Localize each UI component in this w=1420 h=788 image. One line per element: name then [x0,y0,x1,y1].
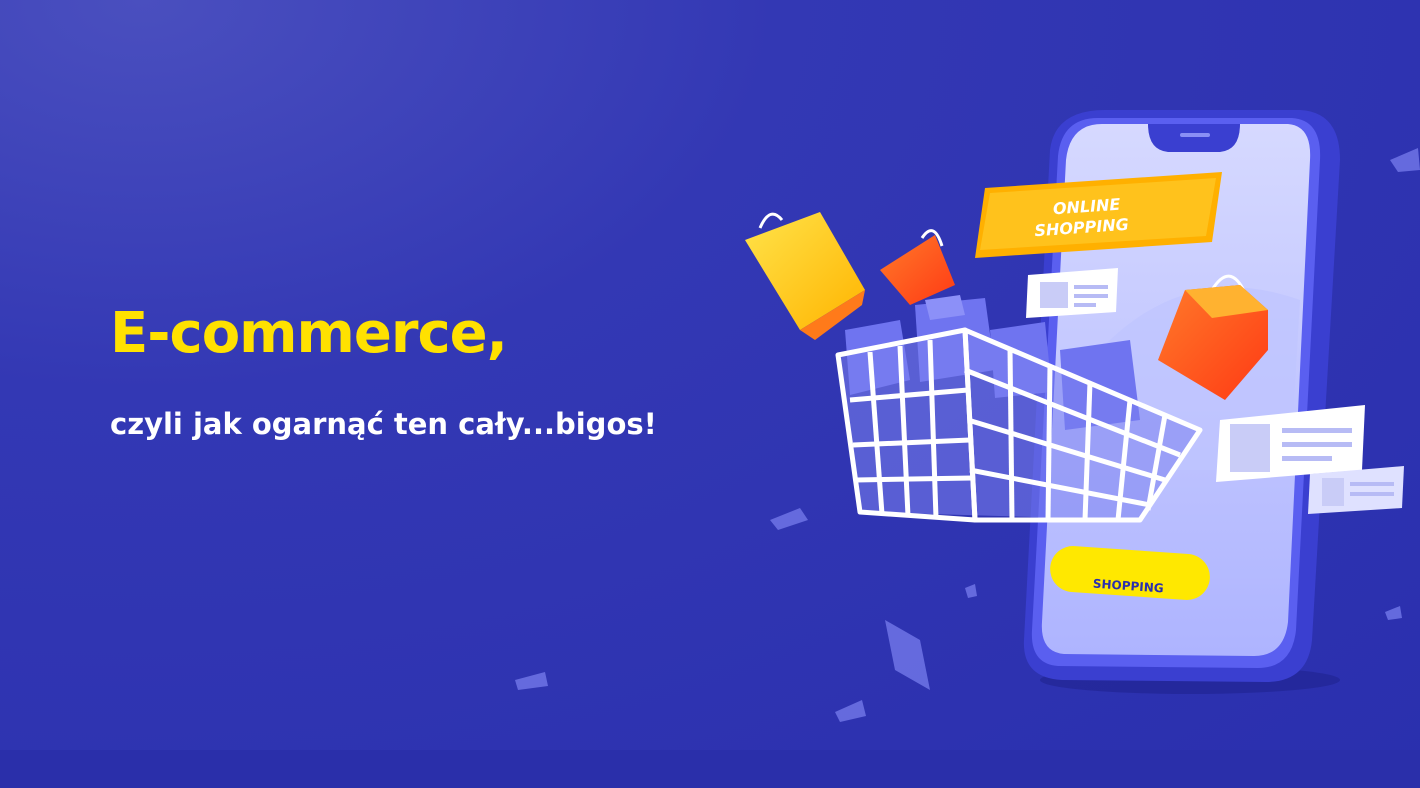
red-shopping-bag-small [880,229,955,305]
yellow-shopping-bag [745,212,865,340]
product-card-small [1308,466,1404,514]
bottom-band [0,750,1420,788]
product-card-top [1026,268,1118,318]
hero-banner: E-commerce, czyli jak ogarnąć ten cały..… [0,0,1420,788]
shopping-illustration: SHOPPING ONLINE SHOPPING [515,110,1420,722]
